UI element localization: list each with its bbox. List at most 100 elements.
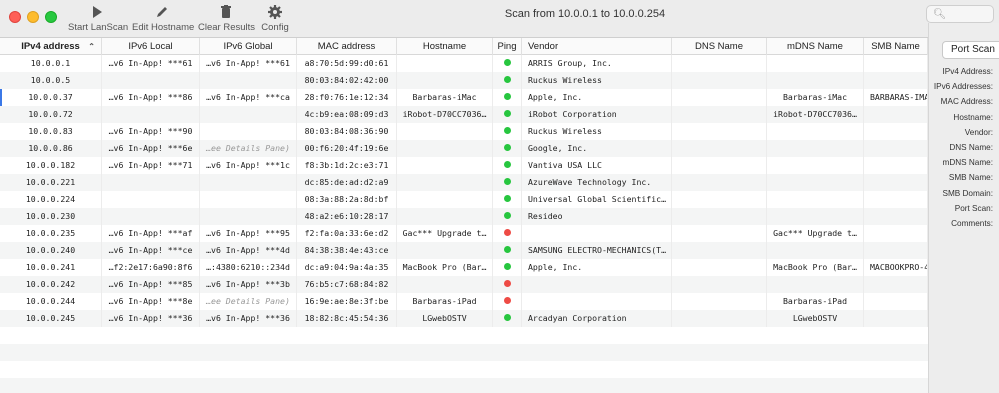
start-lanscan-button[interactable]: Start LanScan [68,4,128,36]
column-header-ipv4[interactable]: IPv4 address ⌃ [0,38,102,55]
ping-up-indicator-icon [503,144,511,151]
ipv6-local-cell [102,72,200,89]
column-header-hostname[interactable]: Hostname [397,38,493,55]
hostname-cell [397,174,493,191]
mdns-cell [767,55,864,72]
vendor-cell [522,276,672,293]
vendor-cell: Vantiva USA LLC [522,157,672,174]
mdns-cell: Barbaras-iPad [767,293,864,310]
detail-label: DNS Name: [949,143,993,152]
ping-cell [493,259,522,276]
ping-cell [493,310,522,327]
mac-cell: 18:82:8c:45:54:36 [297,310,397,327]
table-row[interactable]: 10.0.0.242 …v6 In-App! ***85 …v6 In-App! *… [0,276,928,293]
table-row[interactable]: 10.0.0.240 …v6 In-App! ***ce …v6 In-App! *… [0,242,928,259]
table-row[interactable]: 10.0.0.182 …v6 In-App! ***71 …v6 In-App! *… [0,157,928,174]
smb-cell: BARBARAS-IMAC [864,89,928,106]
mdns-cell [767,174,864,191]
vendor-cell: Ruckus Wireless [522,72,672,89]
table-header: IPv4 address ⌃ IPv6 Local IPv6 Global MAC… [0,38,928,55]
clear-results-button[interactable]: Clear Results [198,4,255,36]
ping-up-indicator-icon [503,76,511,83]
mdns-cell [767,276,864,293]
column-header-smb[interactable]: SMB Name [864,38,928,55]
ipv6-local-cell: …v6 In-App! ***6e [102,140,200,157]
vendor-cell: Resideo [522,208,672,225]
table-row[interactable]: 10.0.0.241 …f2:2e17:6a90:8f6 …:4380:6210::… [0,259,928,276]
ipv6-global-cell [200,191,297,208]
dns-cell [672,89,767,106]
table-row[interactable]: 10.0.0.5 80:03:84:02:42:00 Ruckus Wireless [0,72,928,89]
table-row[interactable]: 10.0.0.221 dc:85:de:ad:d2:a9 AzureWave Tec… [0,174,928,191]
minimize-window-button[interactable] [27,11,39,23]
column-header-ping[interactable]: Ping [493,38,522,55]
ping-cell [493,89,522,106]
table-row[interactable]: 10.0.0.235 …v6 In-App! ***af …v6 In-App! *… [0,225,928,242]
hostname-cell: MacBook Pro (Bar… [397,259,493,276]
smb-cell [864,276,928,293]
ping-cell [493,276,522,293]
edit-hostname-button[interactable]: Edit Hostname [132,4,194,36]
table-row[interactable]: 10.0.0.245 …v6 In-App! ***36 …v6 In-App! *… [0,310,928,327]
mac-cell: 28:f0:76:1e:12:34 [297,89,397,106]
column-header-ipv6-local[interactable]: IPv6 Local [102,38,200,55]
ipv4-cell: 10.0.0.86 [0,140,102,157]
dns-cell [672,225,767,242]
table-row[interactable]: 10.0.0.37 …v6 In-App! ***86 …v6 In-App! **… [0,89,928,106]
mac-cell: 84:38:38:4e:43:ce [297,242,397,259]
table-row[interactable]: 10.0.0.83 …v6 In-App! ***90 80:03:84:08:36… [0,123,928,140]
ping-up-indicator-icon [503,110,511,117]
ipv6-global-cell: …ee Details Pane) [200,140,297,157]
mdns-cell: Barbaras-iMac [767,89,864,106]
ping-up-indicator-icon [503,93,511,100]
details-pane: Port Scan IPv4 Address: IPv6 Addresses: MA… [928,23,999,393]
mdns-cell: Gac*** Upgrade t… [767,225,864,242]
port-scan-button[interactable]: Port Scan [942,41,999,59]
hostname-cell [397,208,493,225]
pencil-icon [157,7,167,17]
mdns-cell: MacBook Pro (Bar… [767,259,864,276]
zoom-window-button[interactable] [45,11,57,23]
ping-cell [493,157,522,174]
ipv6-global-cell [200,123,297,140]
detail-label: Vendor: [964,127,993,137]
mac-cell: 08:3a:88:2a:8d:bf [297,191,397,208]
ping-cell [493,55,522,72]
smb-cell [864,191,928,208]
column-header-ipv6-global[interactable]: IPv6 Global [200,38,297,55]
column-header-mac[interactable]: MAC address [297,38,397,55]
mac-cell: 16:9e:ae:8e:3f:be [297,293,397,310]
smb-cell [864,174,928,191]
config-button[interactable]: Config [259,4,291,36]
ping-cell [493,123,522,140]
column-header-mdns[interactable]: mDNS Name [767,38,864,55]
column-header-dns[interactable]: DNS Name [672,38,767,55]
table-row[interactable]: 10.0.0.72 4c:b9:ea:08:09:d3 iRobot-D70CC70… [0,106,928,123]
mac-cell: 80:03:84:08:36:90 [297,123,397,140]
search-field[interactable]: 🔍︎ [926,5,994,36]
dns-cell [672,310,767,327]
ipv6-global-cell [200,72,297,89]
table-row[interactable]: 10.0.0.244 …v6 In-App! ***8e …ee Details P… [0,293,928,310]
window-title: Scan from 10.0.0.1 to 10.0.0.254 [504,8,666,20]
vendor-cell: Apple, Inc. [522,89,672,106]
mac-cell: 4c:b9:ea:08:09:d3 [297,106,397,123]
hostname-cell [397,191,493,208]
smb-cell [864,72,928,89]
table-row[interactable]: 10.0.0.230 48:a2:e6:10:28:17 Resideo [0,208,928,225]
detail-label: SMB Name: [948,173,993,183]
hostname-cell: Barbaras-iPad [397,293,493,310]
ipv6-local-cell [102,174,200,191]
smb-cell [864,242,928,259]
table-row[interactable]: 10.0.0.224 08:3a:88:2a:8d:bf Universal Glo… [0,191,928,208]
column-header-vendor[interactable]: Vendor [522,38,672,55]
mac-cell: dc:a9:04:9a:4a:35 [297,259,397,276]
detail-label: MAC Address: [940,97,993,107]
detail-label: Comments: [951,219,993,228]
smb-cell: MACBOOKPRO-4A35 [864,259,928,276]
detail-label: IPv6 Addresses: [933,82,993,92]
table-row[interactable]: 10.0.0.86 …v6 In-App! ***6e …ee Details Pa… [0,140,928,157]
dns-cell [672,123,767,140]
close-window-button[interactable] [9,11,21,23]
table-row[interactable]: 10.0.0.1 …v6 In-App! ***61 …v6 In-App! ***… [0,55,928,72]
